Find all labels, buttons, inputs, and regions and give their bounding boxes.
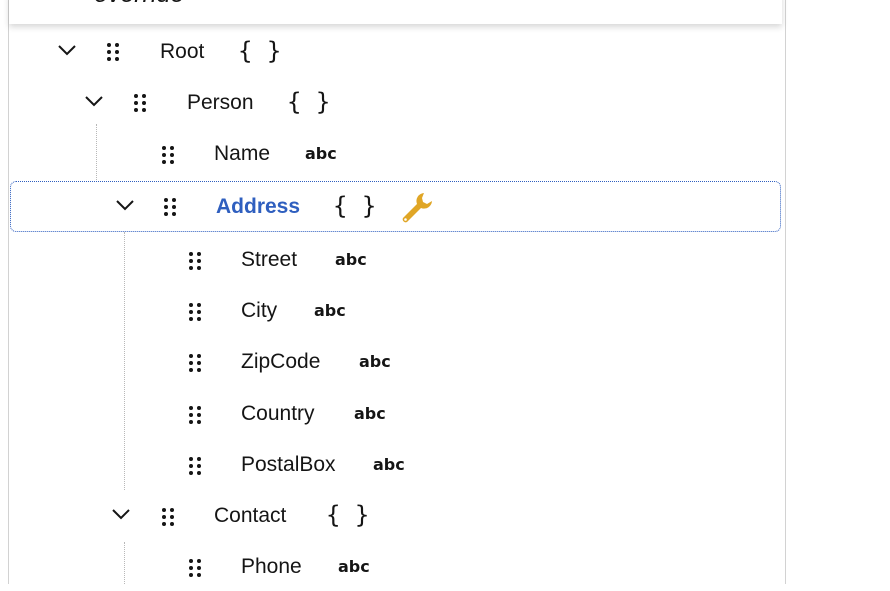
- string-type-icon: abc: [354, 404, 386, 423]
- tree-node-label: Address: [216, 195, 301, 218]
- string-type-icon: abc: [359, 352, 391, 371]
- object-type-icon: { }: [238, 37, 282, 65]
- pencil-icon[interactable]: [583, 0, 603, 2]
- tree-node-name[interactable]: Name abc: [9, 130, 785, 178]
- tree-node-label: Person: [187, 91, 254, 114]
- tree-node-country[interactable]: Country abc: [9, 390, 785, 438]
- tree-node-postalbox[interactable]: PostalBox abc: [9, 441, 785, 489]
- tree-node-person[interactable]: Person { }: [9, 79, 785, 127]
- chevron-down-icon[interactable]: [111, 508, 131, 522]
- drag-handle-icon[interactable]: [189, 251, 201, 271]
- tree-node-label: ZipCode: [241, 350, 321, 373]
- panel-header-title: override: [94, 0, 184, 9]
- tree-node-label: City: [241, 299, 278, 322]
- string-type-icon: abc: [373, 455, 405, 474]
- tree-node-zipcode[interactable]: ZipCode abc: [9, 338, 785, 386]
- drag-handle-icon[interactable]: [162, 507, 174, 527]
- tree-node-label: Street: [241, 248, 298, 271]
- chevron-down-icon[interactable]: [57, 44, 77, 58]
- string-type-icon: abc: [335, 250, 367, 269]
- tree-node-city[interactable]: City abc: [9, 287, 785, 335]
- object-type-icon: { }: [287, 88, 331, 116]
- string-type-icon: abc: [338, 557, 370, 576]
- drag-handle-icon[interactable]: [189, 558, 201, 578]
- drag-handle-icon[interactable]: [189, 456, 201, 476]
- tree-node-label: PostalBox: [241, 453, 336, 476]
- string-type-icon: abc: [314, 301, 346, 320]
- tree-node-label: Country: [241, 402, 315, 425]
- expand-icon[interactable]: [719, 0, 745, 2]
- tree-node-contact[interactable]: Contact { }: [9, 492, 785, 540]
- mapping-tree-panel: override Root { } Person { } Name: [8, 0, 786, 584]
- tree-node-label: Name: [214, 142, 271, 165]
- drag-handle-icon[interactable]: [164, 197, 176, 217]
- delete-icon[interactable]: [633, 0, 653, 2]
- drag-handle-icon[interactable]: [189, 405, 201, 425]
- drag-handle-icon[interactable]: [189, 302, 201, 322]
- wrench-icon[interactable]: [399, 190, 435, 226]
- object-type-icon: { }: [333, 192, 377, 220]
- object-type-icon: { }: [326, 501, 370, 529]
- string-type-icon: abc: [305, 144, 337, 163]
- tree-node-root[interactable]: Root { }: [9, 28, 785, 76]
- tree-node-address[interactable]: Address { }: [10, 181, 781, 232]
- tree-node-street[interactable]: Street abc: [9, 236, 785, 284]
- chevron-down-icon[interactable]: [84, 95, 104, 109]
- tree-node-label: Contact: [214, 504, 287, 527]
- drag-handle-icon[interactable]: [189, 353, 201, 373]
- tree-node-label: Phone: [241, 555, 302, 578]
- chevron-down-icon[interactable]: [115, 199, 135, 213]
- drag-handle-icon[interactable]: [162, 145, 174, 165]
- tree-node-label: Root: [160, 40, 205, 63]
- drag-handle-icon[interactable]: [107, 42, 119, 62]
- drag-handle-icon[interactable]: [134, 93, 146, 113]
- window-icon[interactable]: [675, 0, 701, 2]
- panel-header: override: [9, 0, 782, 24]
